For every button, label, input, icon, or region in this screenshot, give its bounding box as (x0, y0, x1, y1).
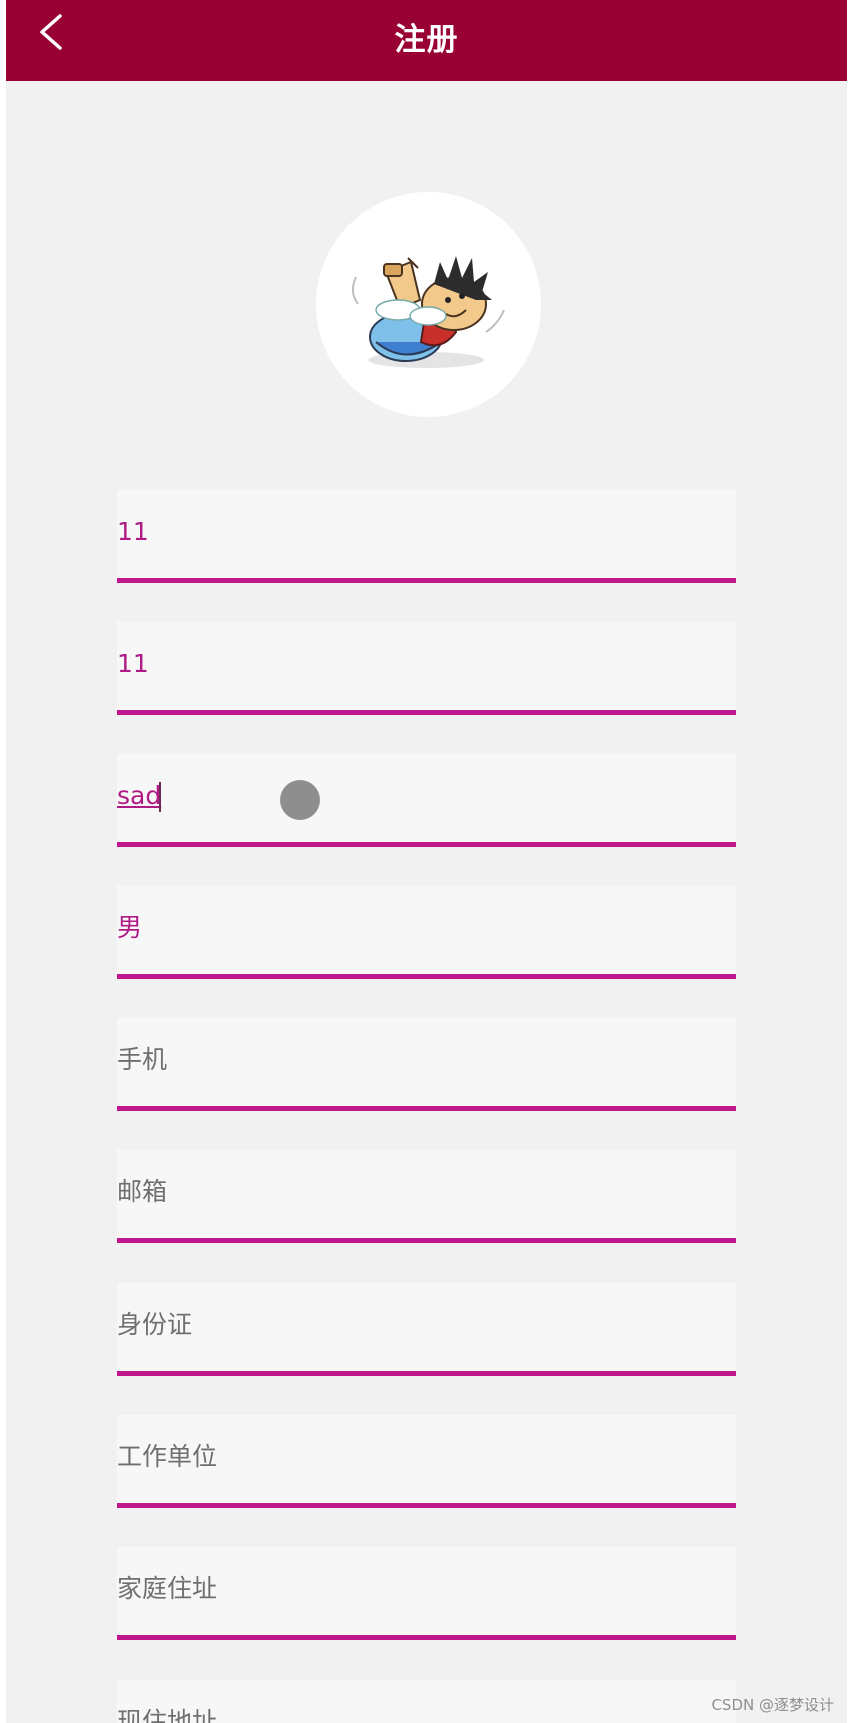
id-card-field[interactable]: 身份证 (117, 1283, 736, 1376)
watermark: CSDN @逐梦设计 (711, 1696, 834, 1714)
current-address-field[interactable]: 现住地址 (117, 1680, 736, 1723)
workplace-field[interactable]: 工作单位 (117, 1415, 736, 1508)
email-field[interactable]: 邮箱 (117, 1150, 736, 1243)
email-placeholder: 邮箱 (117, 1177, 168, 1206)
password-value: 11 (117, 649, 149, 678)
home-address-placeholder: 家庭住址 (117, 1574, 218, 1603)
phone-field[interactable]: 手机 (117, 1018, 736, 1111)
password-field[interactable]: 11 (117, 622, 736, 715)
username-field[interactable]: 11 (117, 490, 736, 583)
app-header: 注册 (6, 0, 847, 81)
current-address-placeholder: 现住地址 (117, 1707, 218, 1723)
workplace-placeholder: 工作单位 (117, 1442, 218, 1471)
text-caret (159, 782, 161, 812)
username-value: 11 (117, 517, 149, 546)
gender-field[interactable]: 男 (117, 886, 736, 979)
gender-value: 男 (117, 913, 143, 942)
id-card-placeholder: 身份证 (117, 1310, 193, 1339)
avatar-cartoon-icon (352, 256, 505, 368)
touch-indicator (280, 780, 320, 820)
phone-placeholder: 手机 (117, 1045, 168, 1074)
real-name-value: sad (117, 781, 162, 810)
real-name-field[interactable]: sad (117, 754, 736, 847)
phone-screen: 注册 11 11 sad 男 手机 邮箱 身份证 工作单位 家庭住址 现住地址 (6, 0, 847, 1723)
page-title: 注册 (394, 22, 459, 58)
home-address-field[interactable]: 家庭住址 (117, 1547, 736, 1640)
avatar[interactable] (316, 192, 541, 417)
